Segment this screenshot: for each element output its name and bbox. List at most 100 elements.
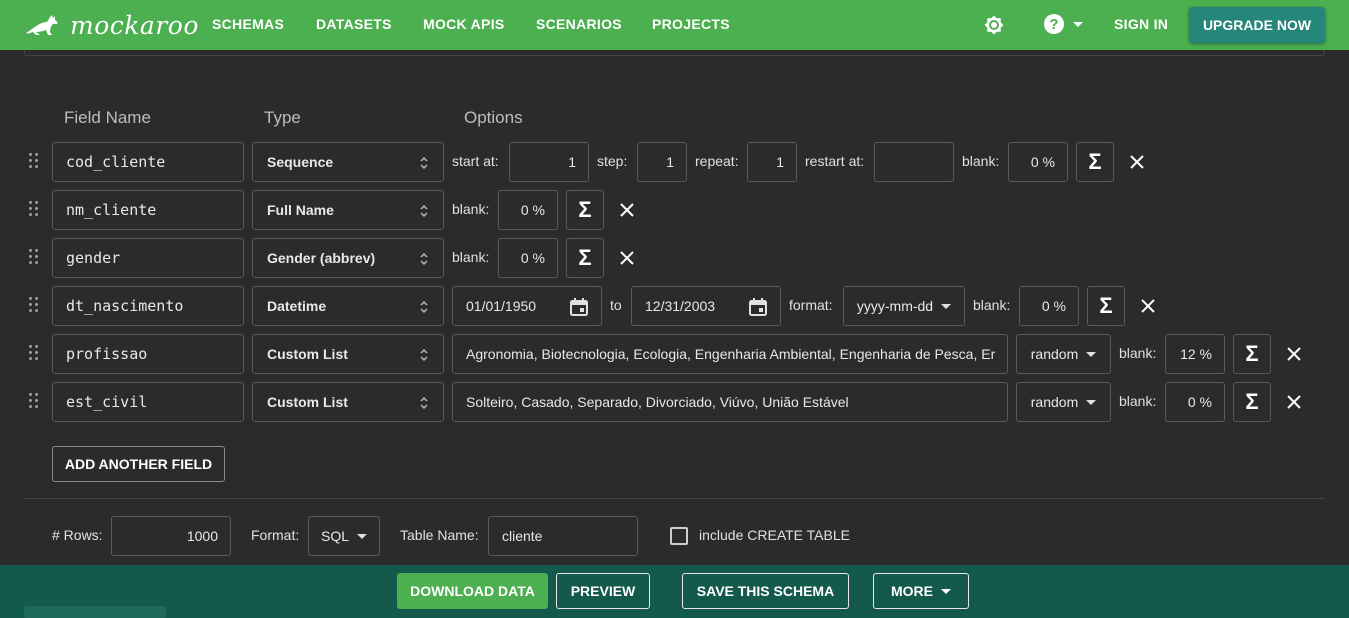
date-to-value: 12/31/2003 [645, 298, 716, 314]
formula-sigma-button[interactable]: Σ [566, 238, 604, 278]
close-icon[interactable] [1285, 393, 1303, 411]
select-arrows-icon [420, 156, 428, 170]
nav-mock-apis[interactable]: MOCK APIS [423, 16, 505, 32]
formula-sigma-button[interactable]: Σ [1233, 382, 1271, 422]
field-name-input[interactable]: profissao [52, 334, 244, 374]
kangaroo-logo-icon [26, 15, 58, 35]
output-format-value: SQL [320, 528, 349, 544]
add-another-field-button[interactable]: ADD ANOTHER FIELD [52, 446, 225, 482]
preview-button[interactable]: PREVIEW [556, 573, 650, 609]
close-icon[interactable] [618, 249, 636, 267]
nav-schemas[interactable]: SCHEMAS [212, 16, 284, 32]
rows-input[interactable]: 1000 [111, 516, 231, 556]
field-type-label: Datetime [267, 298, 327, 314]
drag-handle-icon[interactable] [29, 153, 41, 169]
drag-handle-icon[interactable] [29, 393, 41, 409]
blank-label: blank: [962, 153, 1000, 169]
list-order-value: random [1030, 394, 1079, 410]
theme-brightness-icon[interactable] [982, 13, 1006, 37]
help-icon: ? [1044, 14, 1064, 34]
blank-percent-input[interactable]: 0 % [1008, 142, 1068, 182]
close-icon[interactable] [1139, 297, 1157, 315]
calendar-icon[interactable] [569, 297, 589, 317]
custom-list-values-input[interactable]: Solteiro, Casado, Separado, Divorciado, … [452, 382, 1008, 422]
field-type-label: Custom List [267, 394, 348, 410]
nav-scenarios[interactable]: SCENARIOS [536, 16, 622, 32]
field-type-select[interactable]: Datetime [252, 286, 444, 326]
drag-handle-icon[interactable] [29, 297, 41, 313]
blank-label: blank: [1119, 345, 1157, 361]
include-create-table-checkbox[interactable] [670, 527, 688, 545]
more-button[interactable]: MORE [873, 573, 969, 609]
nav-datasets[interactable]: DATASETS [316, 16, 392, 32]
table-name-input[interactable]: cliente [488, 516, 638, 556]
field-type-select[interactable]: Gender (abbrev) [252, 238, 444, 278]
sign-in-link[interactable]: SIGN IN [1114, 16, 1168, 32]
field-type-select[interactable]: Sequence [252, 142, 444, 182]
output-format-select[interactable]: SQL [308, 516, 380, 556]
close-icon[interactable] [618, 201, 636, 219]
field-type-label: Gender (abbrev) [267, 250, 376, 266]
logo[interactable]: mockaroo [24, 11, 199, 40]
format-label: Format: [251, 527, 300, 543]
formula-sigma-button[interactable]: Σ [1076, 142, 1114, 182]
drag-handle-icon[interactable] [29, 345, 41, 361]
formula-sigma-button[interactable]: Σ [1087, 286, 1125, 326]
repeat-input[interactable]: 1 [747, 142, 797, 182]
restart-at-label: restart at: [805, 153, 865, 169]
field-type-select[interactable]: Custom List [252, 382, 444, 422]
field-name-input[interactable]: est_civil [52, 382, 244, 422]
field-type-select[interactable]: Custom List [252, 334, 444, 374]
list-order-select[interactable]: random [1016, 334, 1111, 374]
upgrade-now-button[interactable]: UPGRADE NOW [1189, 7, 1325, 43]
download-data-button[interactable]: DOWNLOAD DATA [397, 573, 548, 609]
table-name-label: Table Name: [400, 527, 479, 543]
column-header-field-name: Field Name [64, 108, 151, 127]
field-name-input[interactable]: dt_nascimento [52, 286, 244, 326]
help-menu[interactable]: ? [1043, 13, 1085, 35]
date-format-value: yyyy-mm-dd [856, 298, 934, 314]
close-icon[interactable] [1285, 345, 1303, 363]
drag-handle-icon[interactable] [29, 249, 41, 265]
blank-percent-input[interactable]: 12 % [1165, 334, 1225, 374]
start-at-input[interactable]: 1 [509, 142, 589, 182]
blank-percent-input[interactable]: 0 % [498, 238, 558, 278]
field-type-select[interactable]: Full Name [252, 190, 444, 230]
chevron-down-icon [357, 533, 367, 539]
close-icon[interactable] [1128, 153, 1146, 171]
svg-text:?: ? [1049, 16, 1058, 33]
list-order-select[interactable]: random [1016, 382, 1111, 422]
field-name-input[interactable]: nm_cliente [52, 190, 244, 230]
custom-list-values-input[interactable]: Agronomia, Biotecnologia, Ecologia, Enge… [452, 334, 1008, 374]
field-name-input[interactable]: gender [52, 238, 244, 278]
select-arrows-icon [420, 204, 428, 218]
repeat-label: repeat: [695, 153, 739, 169]
column-header-options: Options [464, 108, 523, 127]
restart-at-input[interactable] [874, 142, 954, 182]
field-type-label: Full Name [267, 202, 334, 218]
field-name-input[interactable]: cod_cliente [52, 142, 244, 182]
blank-percent-input[interactable]: 0 % [498, 190, 558, 230]
formula-sigma-button[interactable]: Σ [1233, 334, 1271, 374]
date-from-input[interactable]: 01/01/1950 [452, 286, 602, 326]
rows-label: # Rows: [52, 527, 103, 543]
action-bar [0, 565, 1349, 618]
blank-percent-input[interactable]: 0 % [1019, 286, 1079, 326]
nav-projects[interactable]: PROJECTS [652, 16, 730, 32]
blank-label: blank: [1119, 393, 1157, 409]
formula-sigma-button[interactable]: Σ [566, 190, 604, 230]
chevron-down-icon [1073, 22, 1083, 27]
drag-handle-icon[interactable] [29, 201, 41, 217]
date-to-input[interactable]: 12/31/2003 [631, 286, 781, 326]
field-type-label: Sequence [267, 154, 334, 170]
select-arrows-icon [420, 348, 428, 362]
calendar-icon[interactable] [748, 297, 768, 317]
chevron-down-icon [1086, 399, 1097, 405]
select-arrows-icon [420, 252, 428, 266]
blank-percent-input[interactable]: 0 % [1165, 382, 1225, 422]
save-schema-button[interactable]: SAVE THIS SCHEMA [682, 573, 849, 609]
step-input[interactable]: 1 [637, 142, 687, 182]
format-label: format: [789, 297, 833, 313]
more-button-label: MORE [891, 583, 933, 599]
date-format-select[interactable]: yyyy-mm-dd [843, 286, 965, 326]
